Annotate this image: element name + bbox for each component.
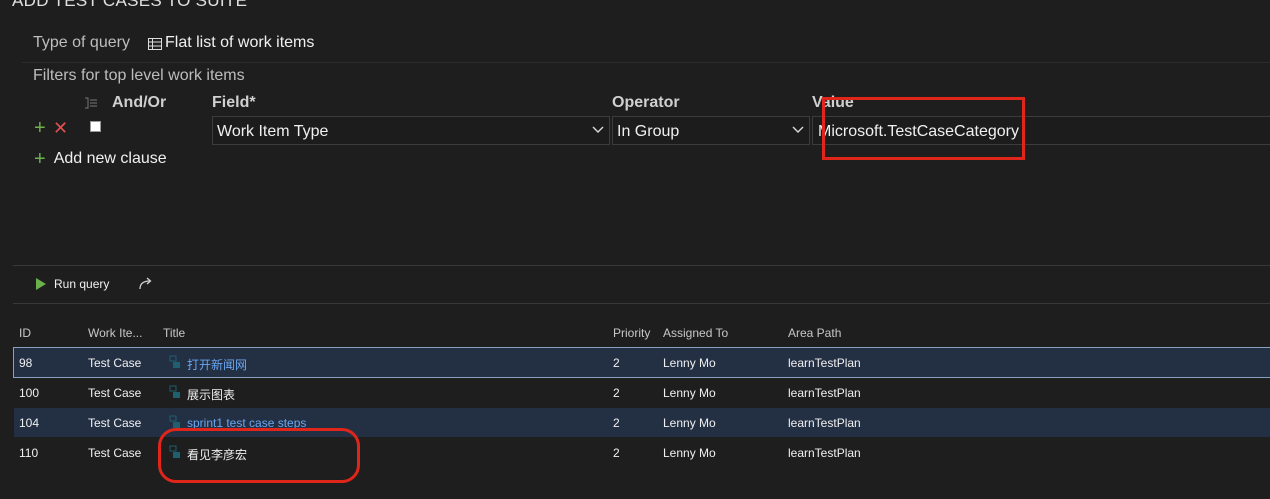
test-case-icon: [169, 415, 180, 428]
cell-priority: 2: [613, 386, 620, 400]
plus-icon: +: [34, 148, 46, 170]
cell-type: Test Case: [88, 356, 142, 370]
andor-header: And/Or: [112, 94, 167, 111]
cell-area-path: learnTestPlan: [788, 446, 861, 460]
column-header-area-path[interactable]: Area Path: [788, 326, 841, 340]
field-header: Field*: [212, 94, 256, 111]
grid-icon: [148, 38, 162, 50]
test-case-icon: [169, 385, 180, 398]
cell-id: 104: [19, 416, 40, 430]
column-header-id[interactable]: ID: [19, 326, 31, 340]
operator-header: Operator: [612, 94, 680, 111]
add-new-clause-button[interactable]: + Add new clause: [34, 148, 167, 170]
play-icon: [36, 278, 46, 290]
field-select[interactable]: Work Item Type: [212, 116, 610, 145]
filters-label: Filters for top level work items: [33, 67, 245, 84]
cell-priority: 2: [613, 356, 620, 370]
cell-area-path: learnTestPlan: [788, 386, 861, 400]
cell-id: 100: [19, 386, 40, 400]
chevron-down-icon: [592, 126, 604, 133]
table-row[interactable]: 98 Test Case 打开新闻网 2 Lenny Mo learnTestP…: [13, 347, 1270, 378]
cell-id: 98: [19, 356, 33, 370]
chevron-down-icon: [792, 126, 804, 133]
run-query-button[interactable]: Run query: [36, 277, 109, 291]
field-select-value: Work Item Type: [217, 123, 329, 140]
cell-title[interactable]: 展示图表: [187, 386, 235, 403]
annotation-highlight-oval: [158, 428, 360, 483]
cell-title-link[interactable]: 打开新闻网: [187, 356, 247, 373]
cell-assigned-to: Lenny Mo: [663, 356, 716, 370]
cell-assigned-to: Lenny Mo: [663, 386, 716, 400]
query-type-label: Type of query: [33, 34, 130, 51]
cell-area-path: learnTestPlan: [788, 356, 861, 370]
add-new-clause-label: Add new clause: [53, 150, 167, 167]
table-row[interactable]: 100 Test Case 展示图表 2 Lenny Mo learnTestP…: [14, 378, 1270, 407]
column-header-title[interactable]: Title: [163, 326, 185, 340]
andor-checkbox[interactable]: [90, 121, 101, 132]
cell-id: 110: [19, 446, 39, 460]
divider: [13, 265, 1270, 266]
add-clause-icon[interactable]: +: [34, 118, 46, 138]
cell-type: Test Case: [88, 386, 142, 400]
cell-assigned-to: Lenny Mo: [663, 416, 716, 430]
column-header-work-item-type[interactable]: Work Ite...: [88, 326, 142, 340]
operator-select[interactable]: In Group: [612, 116, 810, 145]
operator-select-value: In Group: [617, 123, 680, 140]
divider: [13, 303, 1270, 304]
cell-priority: 2: [613, 416, 620, 430]
cell-type: Test Case: [88, 446, 142, 460]
divider: [22, 62, 1270, 63]
cell-assigned-to: Lenny Mo: [663, 446, 716, 460]
test-case-icon: [169, 355, 180, 368]
column-header-priority[interactable]: Priority: [613, 326, 650, 340]
group-clauses-icon[interactable]: [84, 97, 98, 109]
cell-area-path: learnTestPlan: [788, 416, 861, 430]
column-header-assigned-to[interactable]: Assigned To: [663, 326, 728, 340]
annotation-highlight-box: [822, 97, 1025, 160]
cell-priority: 2: [613, 446, 620, 460]
run-query-label: Run query: [54, 277, 110, 291]
remove-clause-icon[interactable]: ✕: [53, 119, 68, 137]
query-type-selector[interactable]: Flat list of work items: [148, 34, 314, 52]
redo-icon[interactable]: [138, 277, 154, 291]
query-type-value: Flat list of work items: [165, 34, 315, 51]
cell-type: Test Case: [88, 416, 142, 430]
dialog-title: ADD TEST CASES TO SUITE: [12, 0, 248, 10]
